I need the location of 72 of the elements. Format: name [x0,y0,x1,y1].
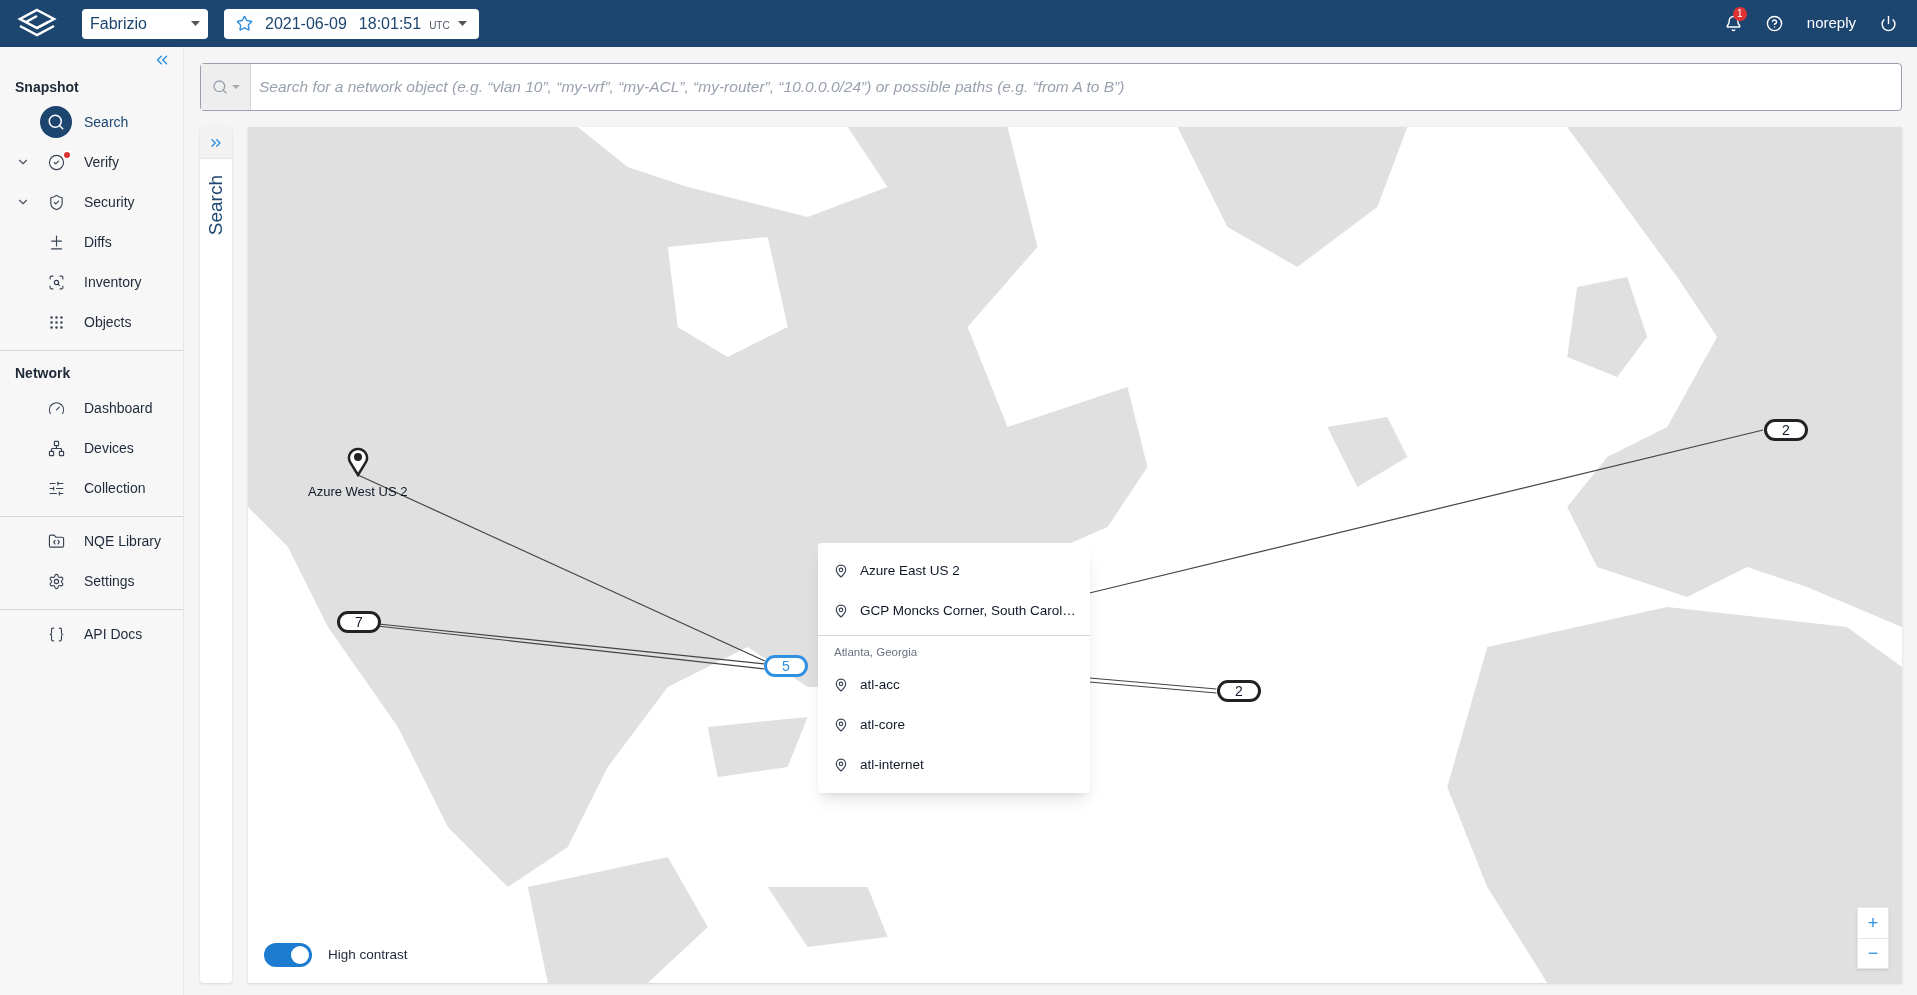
section-title: Snapshot [14,78,80,97]
nav-item[interactable]: Search [0,102,183,142]
check-circle-icon [47,153,65,171]
gauge-icon [47,399,65,417]
nav-item[interactable]: Dashboard [0,388,183,428]
grid-dots-icon [47,313,65,331]
pin-icon [834,758,848,773]
nav-item[interactable]: Devices [0,428,183,468]
toggle-switch[interactable] [264,943,312,967]
nav-label: Dashboard [84,398,153,418]
nav-label: Search [84,112,129,132]
pin-icon [834,678,848,693]
sliders-icon [47,479,65,497]
cluster-marker[interactable]: 2 [1217,680,1261,702]
notification-badge: 1 [1732,7,1747,21]
user-name[interactable]: noreply [1806,12,1856,35]
nav-label: Diffs [84,232,112,252]
settings-icon [47,572,65,590]
toggle-label: High contrast [328,945,408,964]
pin-label: Azure West US 2 [308,483,408,501]
caret-icon [231,85,240,89]
shield-icon [47,193,65,211]
nav-item[interactable]: Collection [0,468,183,508]
popup-item[interactable]: atl-core [818,705,1090,746]
nav-item[interactable]: Inventory [0,262,183,302]
popup-group-title: Atlanta, Georgia [833,645,919,660]
nav-label: Objects [84,312,132,332]
org-select[interactable]: Fabrizio [82,8,208,39]
pin-icon [834,604,848,618]
zoom-button[interactable]: − [1858,938,1888,968]
nav-item[interactable]: Settings [0,561,183,601]
timezone-label: UTC [429,19,450,33]
nav-item[interactable]: Verify [0,142,183,182]
nav-label: Collection [84,478,146,498]
nav-label: Inventory [84,272,142,292]
nav-item[interactable]: API Docs [0,614,183,654]
caret-icon [457,21,467,26]
power-icon[interactable] [1880,15,1897,32]
pin-icon[interactable] [347,447,369,477]
snapshot-date: 2021-06-09 [265,13,347,34]
devices-icon [47,439,65,457]
cluster-marker[interactable]: 7 [337,611,381,633]
inventory-icon [47,273,65,291]
pin-icon [834,564,848,578]
search-icon [47,113,65,131]
nav-item[interactable]: NQE Library [0,521,183,561]
nav-item[interactable]: Objects [0,302,183,342]
nav-label: Settings [84,571,135,591]
nav-label: Security [84,192,135,212]
snapshot-select[interactable]: 2021-06-09 18:01:51 UTC [224,8,479,39]
braces-icon [47,625,65,643]
popup-item[interactable]: Azure East US 2 [818,551,1090,591]
nav-label: API Docs [84,624,143,644]
nav-item[interactable]: Diffs [0,222,183,262]
help-icon[interactable] [1765,15,1783,32]
section-title: Network [14,364,72,383]
nav-label: NQE Library [84,531,162,551]
popup-item[interactable]: GCP Moncks Corner, South Carol… [818,591,1090,631]
nav-label: Devices [84,438,134,458]
bell-icon[interactable] [1724,15,1742,32]
popup-item[interactable]: atl-internet [818,745,1090,786]
star-icon [236,15,253,32]
nav-label: Verify [84,152,119,172]
nav-item[interactable]: Security [0,182,183,222]
search-icon [211,79,228,95]
side-tab[interactable]: Search [201,175,231,236]
library-icon [47,532,65,550]
snapshot-time: 18:01:51 [358,13,422,34]
pin-icon [834,718,848,733]
cluster-marker[interactable]: 2 [1764,419,1808,441]
popup-item[interactable]: atl-acc [818,665,1090,706]
caret-icon [191,21,200,26]
